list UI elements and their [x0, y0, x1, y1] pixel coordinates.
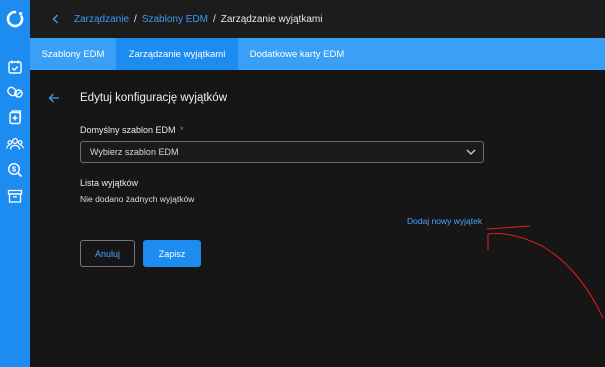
- tab-szablony-edm[interactable]: Szablony EDM: [30, 38, 116, 70]
- breadcrumb-item-current: Zarządzanie wyjątkami: [220, 13, 323, 25]
- breadcrumb: Zarządzanie / Szablony EDM / Zarządzanie…: [74, 14, 322, 25]
- page-title: Edytuj konfigurację wyjątków: [80, 92, 228, 104]
- cancel-button[interactable]: Anuluj: [80, 240, 135, 267]
- cancel-button-label: Anuluj: [94, 248, 121, 259]
- breadcrumb-separator: /: [134, 13, 137, 25]
- exceptions-list-label: Lista wyjątków: [80, 178, 139, 188]
- save-button[interactable]: Zapisz: [143, 240, 201, 267]
- app-logo-icon[interactable]: [0, 8, 30, 30]
- main-content: Edytuj konfigurację wyjątków Domyślny sz…: [30, 70, 605, 367]
- breadcrumb-item-szablony-edm[interactable]: Szablony EDM: [142, 14, 208, 25]
- template-select-value: Wybierz szablon EDM: [90, 147, 179, 157]
- svg-text:$: $: [12, 165, 17, 174]
- breadcrumb-separator: /: [212, 13, 216, 25]
- pills-icon[interactable]: [0, 81, 30, 103]
- template-label-text: Domyślny szablon EDM: [80, 125, 176, 135]
- add-exception-link[interactable]: Dodaj nowy wyjątek: [407, 216, 482, 226]
- tab-label: Zarządzanie wyjątkami: [128, 48, 226, 60]
- chevron-left-icon[interactable]: [52, 14, 60, 24]
- archive-icon[interactable]: [0, 185, 30, 207]
- tab-label: Szablony EDM: [41, 48, 105, 60]
- required-mark: *: [180, 125, 184, 135]
- tab-zarzadzanie-wyjatkami[interactable]: Zarządzanie wyjątkami: [116, 38, 238, 70]
- tab-bar: Szablony EDM Zarządzanie wyjątkami Dodat…: [30, 38, 605, 70]
- tab-dodatkowe-karty-edm[interactable]: Dodatkowe karty EDM: [238, 38, 356, 70]
- back-arrow-icon[interactable]: [48, 91, 60, 109]
- calendar-check-icon[interactable]: [0, 56, 30, 78]
- dollar-search-icon[interactable]: $: [0, 159, 30, 181]
- template-select[interactable]: Wybierz szablon EDM: [80, 141, 484, 163]
- tab-label: Dodatkowe karty EDM: [249, 48, 345, 60]
- medical-file-icon[interactable]: [0, 106, 30, 128]
- exceptions-empty-text: Nie dodano żadnych wyjątków: [80, 194, 195, 204]
- template-field-label: Domyślny szablon EDM *: [80, 125, 184, 135]
- breadcrumb-item-zarzadzanie[interactable]: Zarządzanie: [74, 14, 129, 25]
- top-bar: Zarządzanie / Szablony EDM / Zarządzanie…: [30, 0, 605, 38]
- chevron-down-icon: [466, 148, 476, 158]
- users-icon[interactable]: [0, 133, 30, 155]
- save-button-label: Zapisz: [158, 248, 186, 259]
- sidebar: $: [0, 0, 30, 367]
